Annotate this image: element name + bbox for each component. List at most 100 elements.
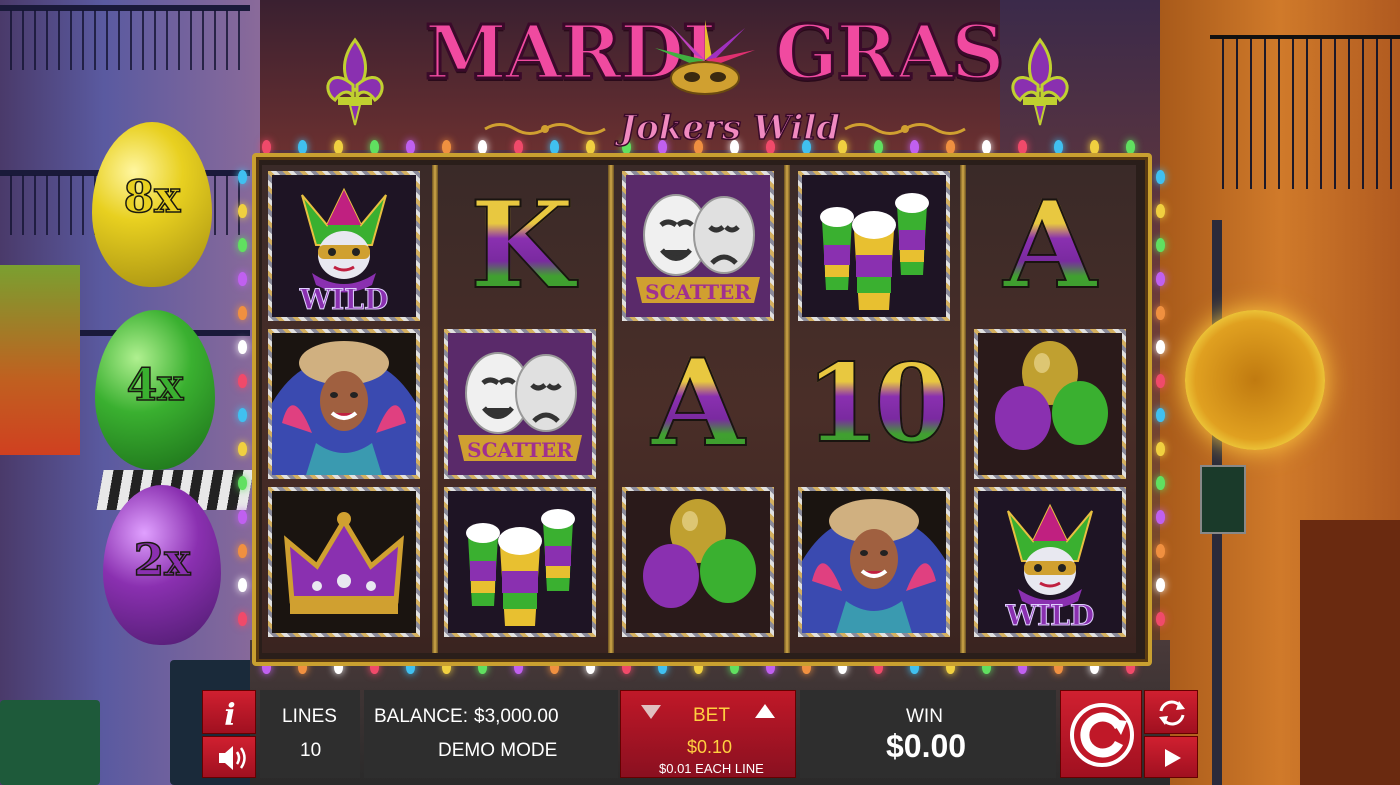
ornament-scroll-icon <box>484 123 606 135</box>
right-balcony <box>1210 35 1400 189</box>
light-bulb <box>238 238 247 252</box>
symbol-crown <box>268 487 420 637</box>
trash-bin <box>0 700 100 785</box>
symbol-showgirl <box>798 487 950 637</box>
bet-per-line: $0.01 EACH LINE <box>659 761 764 776</box>
light-bulb <box>1156 476 1165 490</box>
bet-decrease-button[interactable] <box>641 705 661 719</box>
light-bulb <box>334 140 343 154</box>
light-bulb <box>1018 140 1027 154</box>
logo-word-gras: GRAS <box>774 9 1007 98</box>
light-bulb <box>238 408 247 422</box>
light-bulb <box>1126 140 1135 154</box>
reel-grid: WILD K SCATTER A SCATTER A 10 WILD <box>252 153 1152 666</box>
light-bulb <box>1156 578 1165 592</box>
light-bulb <box>982 140 991 154</box>
ornament-scroll-icon <box>844 123 966 135</box>
symbol-wild-jester: WILD <box>974 487 1126 637</box>
light-bulb <box>238 578 247 592</box>
symbol-ace: A <box>622 329 774 479</box>
reel-divider <box>960 165 966 653</box>
demo-mode-label: DEMO MODE <box>438 740 558 761</box>
symbol-ace: A <box>974 171 1126 321</box>
light-bulb <box>370 140 379 154</box>
win-panel: WIN $0.00 <box>800 690 1056 778</box>
control-bar: i LINES 10 BALANCE: $3,000.00 DEMO MODE … <box>200 690 1200 785</box>
symbol-drinks <box>798 171 950 321</box>
reel-divider <box>608 165 614 653</box>
light-bulb <box>238 510 247 524</box>
spin-button[interactable] <box>1060 690 1142 778</box>
info-icon: i <box>224 698 235 733</box>
play-button[interactable] <box>1144 736 1198 778</box>
symbol-showgirl <box>268 329 420 479</box>
svg-text:SCATTER: SCATTER <box>645 280 751 304</box>
symbol-wild-jester: WILD <box>268 171 420 321</box>
svg-text:i: i <box>224 698 235 733</box>
light-bulb <box>238 374 247 388</box>
light-bulb <box>1054 140 1063 154</box>
light-bulb <box>1156 170 1165 184</box>
light-bulb <box>1156 510 1165 524</box>
balance-value: $3,000.00 <box>474 706 559 727</box>
reel-divider <box>784 165 790 653</box>
info-button[interactable]: i <box>202 690 256 734</box>
multiplier-label: 8x <box>123 171 181 224</box>
game-logo: MARDI GRAS Jokers Wild <box>420 0 1007 160</box>
light-bulb <box>1156 272 1165 286</box>
light-bulb <box>238 476 247 490</box>
left-wall-panel <box>0 265 80 455</box>
win-value: $0.00 <box>886 728 967 764</box>
light-bulb <box>406 140 415 154</box>
svg-text:WILD: WILD <box>1005 599 1095 632</box>
balance-label: BALANCE: <box>374 706 468 727</box>
light-bulb <box>1156 306 1165 320</box>
light-bulb <box>238 612 247 626</box>
light-bulb <box>262 140 271 154</box>
lines-panel[interactable]: LINES 10 <box>260 690 360 778</box>
multiplier-label: 4x <box>126 359 184 412</box>
fleur-de-lis-icon <box>326 37 384 126</box>
feather-mask-icon <box>655 20 755 95</box>
symbol-king: K <box>446 171 598 321</box>
symbol-balloons <box>622 487 774 637</box>
round-shop-sign <box>1185 310 1325 450</box>
balance-panel: BALANCE: $3,000.00 DEMO MODE <box>364 690 618 778</box>
light-bulb <box>1156 204 1165 218</box>
light-bulb <box>1156 374 1165 388</box>
svg-text:WILD: WILD <box>299 283 389 316</box>
light-bulb <box>1156 442 1165 456</box>
symbol-ten: 10 <box>798 329 950 479</box>
autoplay-icon <box>1159 700 1185 726</box>
light-bulb <box>1156 612 1165 626</box>
symbol-balloons <box>974 329 1126 479</box>
light-bulb <box>238 170 247 184</box>
light-bulb <box>1156 544 1165 558</box>
lines-value: 10 <box>300 740 322 761</box>
win-label: WIN <box>906 706 943 727</box>
symbol-scatter-masks: SCATTER <box>622 171 774 321</box>
multiplier-label: 2x <box>133 534 191 587</box>
light-bulb <box>1156 408 1165 422</box>
play-icon <box>1165 749 1181 767</box>
light-bulb <box>1090 140 1099 154</box>
light-bulb <box>1156 238 1165 252</box>
light-bulb <box>238 442 247 456</box>
autoplay-button[interactable] <box>1144 690 1198 734</box>
light-bulb <box>238 544 247 558</box>
bet-value: $0.10 <box>687 737 733 757</box>
speaker-icon <box>219 746 246 770</box>
svg-text:SCATTER: SCATTER <box>467 438 573 462</box>
bet-increase-button[interactable] <box>755 704 775 718</box>
light-bulb <box>238 272 247 286</box>
light-bulb <box>238 306 247 320</box>
spin-icon <box>1070 703 1134 767</box>
sound-button[interactable] <box>202 736 256 778</box>
bet-label: BET <box>693 705 730 726</box>
lines-label: LINES <box>282 706 337 727</box>
fleur-de-lis-icon <box>1011 37 1069 126</box>
bet-panel: BET $0.10 $0.01 EACH LINE <box>620 690 796 778</box>
light-bulb <box>238 340 247 354</box>
reel-divider <box>432 165 438 653</box>
right-doorway <box>1300 520 1400 785</box>
